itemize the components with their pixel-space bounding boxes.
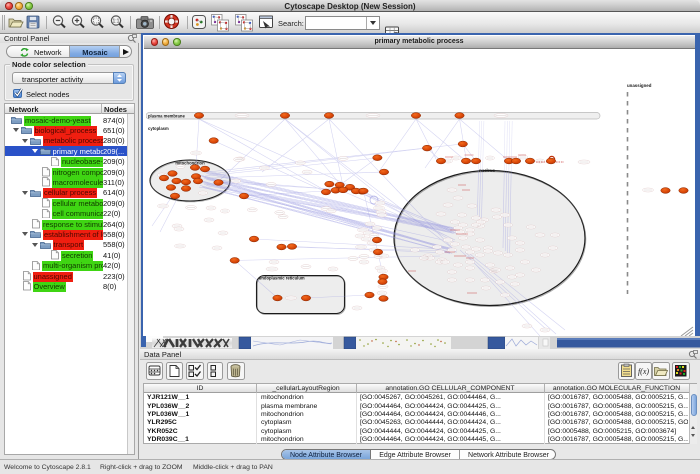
svg-text:cytoplasm: cytoplasm xyxy=(148,126,169,131)
svg-text:endoplasmic reticulum: endoplasmic reticulum xyxy=(259,276,305,281)
svg-text:f(x): f(x) xyxy=(638,367,649,376)
svg-text:nucleus: nucleus xyxy=(479,168,495,173)
svg-text:plasma membrane: plasma membrane xyxy=(148,114,185,119)
svg-text:1:1: 1:1 xyxy=(113,19,120,25)
svg-text:unassigned: unassigned xyxy=(627,83,652,88)
svg-text:Search:: Search: xyxy=(278,19,304,28)
